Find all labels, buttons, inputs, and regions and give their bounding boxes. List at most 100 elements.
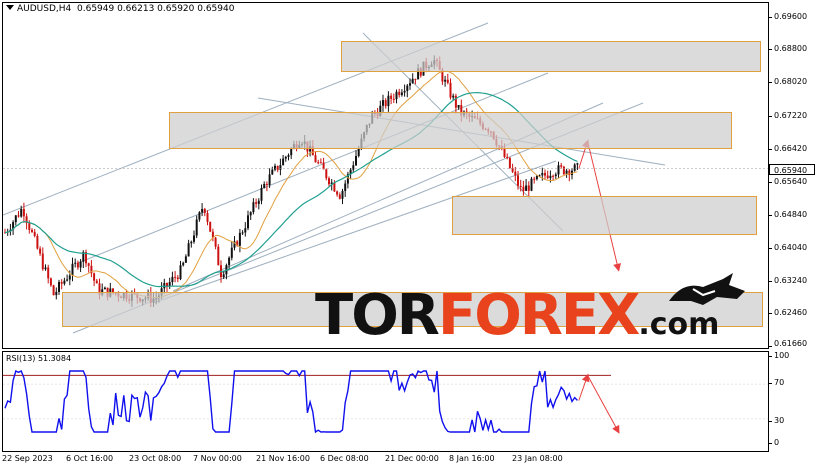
price-tick-mark [768, 116, 772, 117]
candle-body [503, 147, 506, 157]
candle-body [14, 215, 17, 223]
candle-body [214, 237, 217, 247]
candle-body [255, 202, 258, 204]
candle-body [182, 262, 185, 266]
candle-body [338, 194, 341, 199]
candle-body [87, 263, 90, 266]
candle-body [336, 191, 339, 195]
candle-body [79, 261, 82, 268]
rsi-canvas [3, 369, 768, 434]
price-tick-mark [768, 281, 772, 282]
watermark-com: .com [638, 307, 720, 342]
rsi-tick-mark [768, 383, 772, 384]
candle-body [103, 287, 106, 290]
candle-body [449, 82, 452, 98]
candle-body [508, 157, 511, 169]
time-axis[interactable]: 22 Sep 2023 6 Oct 16:00 23 Oct 08:00 7 N… [0, 451, 768, 471]
candle-body [414, 78, 417, 80]
price-tick-label: 0.64840 [774, 210, 808, 219]
time-tick-label: 6 Oct 16:00 [66, 454, 114, 463]
dropdown-triangle-icon[interactable] [6, 5, 14, 10]
candle-body [344, 183, 347, 191]
candle-body [74, 262, 77, 264]
candle-body [176, 277, 179, 280]
candle-body [535, 175, 538, 180]
price-tick-mark [768, 17, 772, 18]
candle-body [28, 223, 31, 230]
candle-body [392, 98, 395, 100]
candle-body [276, 165, 279, 170]
candle-body [411, 78, 414, 84]
candle-body [238, 232, 241, 246]
candle-body [322, 162, 325, 170]
candle-body [71, 263, 74, 276]
price-tick-mark [768, 313, 772, 314]
rsi-tick-label: 70 [774, 378, 785, 387]
candle-body [58, 282, 60, 292]
candle-body [325, 169, 328, 179]
rsi-tick-mark [768, 421, 772, 422]
candle-body [446, 79, 449, 83]
symbol-label: AUDUSD,H4 [17, 4, 72, 14]
candle-body [576, 163, 579, 165]
candle-body [49, 278, 52, 286]
candle-body [20, 208, 23, 217]
candle-body [31, 229, 33, 232]
candle-body [201, 208, 204, 213]
candle-body [263, 183, 266, 189]
candle-body [519, 185, 522, 187]
candle-body [60, 282, 63, 284]
time-tick-label: 21 Dec 00:00 [385, 454, 439, 463]
price-tick-label: 0.62460 [774, 308, 808, 317]
candle-body [66, 279, 69, 281]
candle-body [317, 162, 320, 164]
candle-body [241, 232, 244, 234]
rsi-line [4, 369, 578, 434]
price-tick-mark [768, 49, 772, 50]
candle-body [352, 165, 355, 170]
resistance-zone-upper [341, 41, 761, 72]
rsi-forecast-arrow [578, 373, 590, 401]
candle-body [55, 291, 58, 296]
candle-body [387, 95, 390, 107]
candle-body [171, 276, 174, 283]
price-tick-mark [768, 346, 772, 347]
rsi-axis: 100 70 30 0 [768, 351, 816, 452]
candle-body [287, 155, 290, 157]
candle-body [252, 202, 255, 213]
candle-body [282, 158, 285, 166]
price-tick-label: 0.68800 [774, 44, 808, 53]
candle-body [314, 155, 317, 163]
candle-body [174, 276, 177, 278]
candle-body [409, 83, 411, 86]
candle-body [271, 169, 274, 175]
candle-body [384, 100, 387, 107]
candle-body [44, 267, 47, 270]
candle-body [249, 212, 252, 216]
candle-body [260, 188, 263, 201]
rsi-pane[interactable] [2, 351, 769, 452]
candle-body [546, 175, 549, 179]
candle-body [257, 200, 260, 204]
candle-body [17, 215, 20, 217]
torforex-watermark: TORFOREX.com [315, 283, 720, 348]
watermark-tor: TOR [315, 283, 440, 348]
candle-body [95, 280, 98, 284]
price-axis[interactable]: 0.69600 0.68800 0.68020 0.67220 0.66420 … [768, 2, 816, 349]
candle-body [36, 235, 39, 249]
price-chart-pane[interactable]: TORFOREX.com [2, 2, 769, 349]
candle-body [554, 174, 557, 177]
price-tick-label: 0.67220 [774, 111, 808, 120]
candle-body [203, 208, 206, 213]
candle-body [222, 274, 225, 278]
candle-body [279, 165, 282, 170]
candle-body [517, 175, 519, 186]
time-tick-label: 23 Jan 08:00 [512, 454, 563, 463]
candle-body [573, 164, 576, 171]
candle-body [22, 208, 25, 217]
candle-body [274, 165, 276, 170]
candle-body [525, 185, 528, 191]
candle-body [562, 166, 565, 174]
candle-body [230, 247, 233, 258]
price-tick-label: 0.61660 [774, 339, 808, 348]
